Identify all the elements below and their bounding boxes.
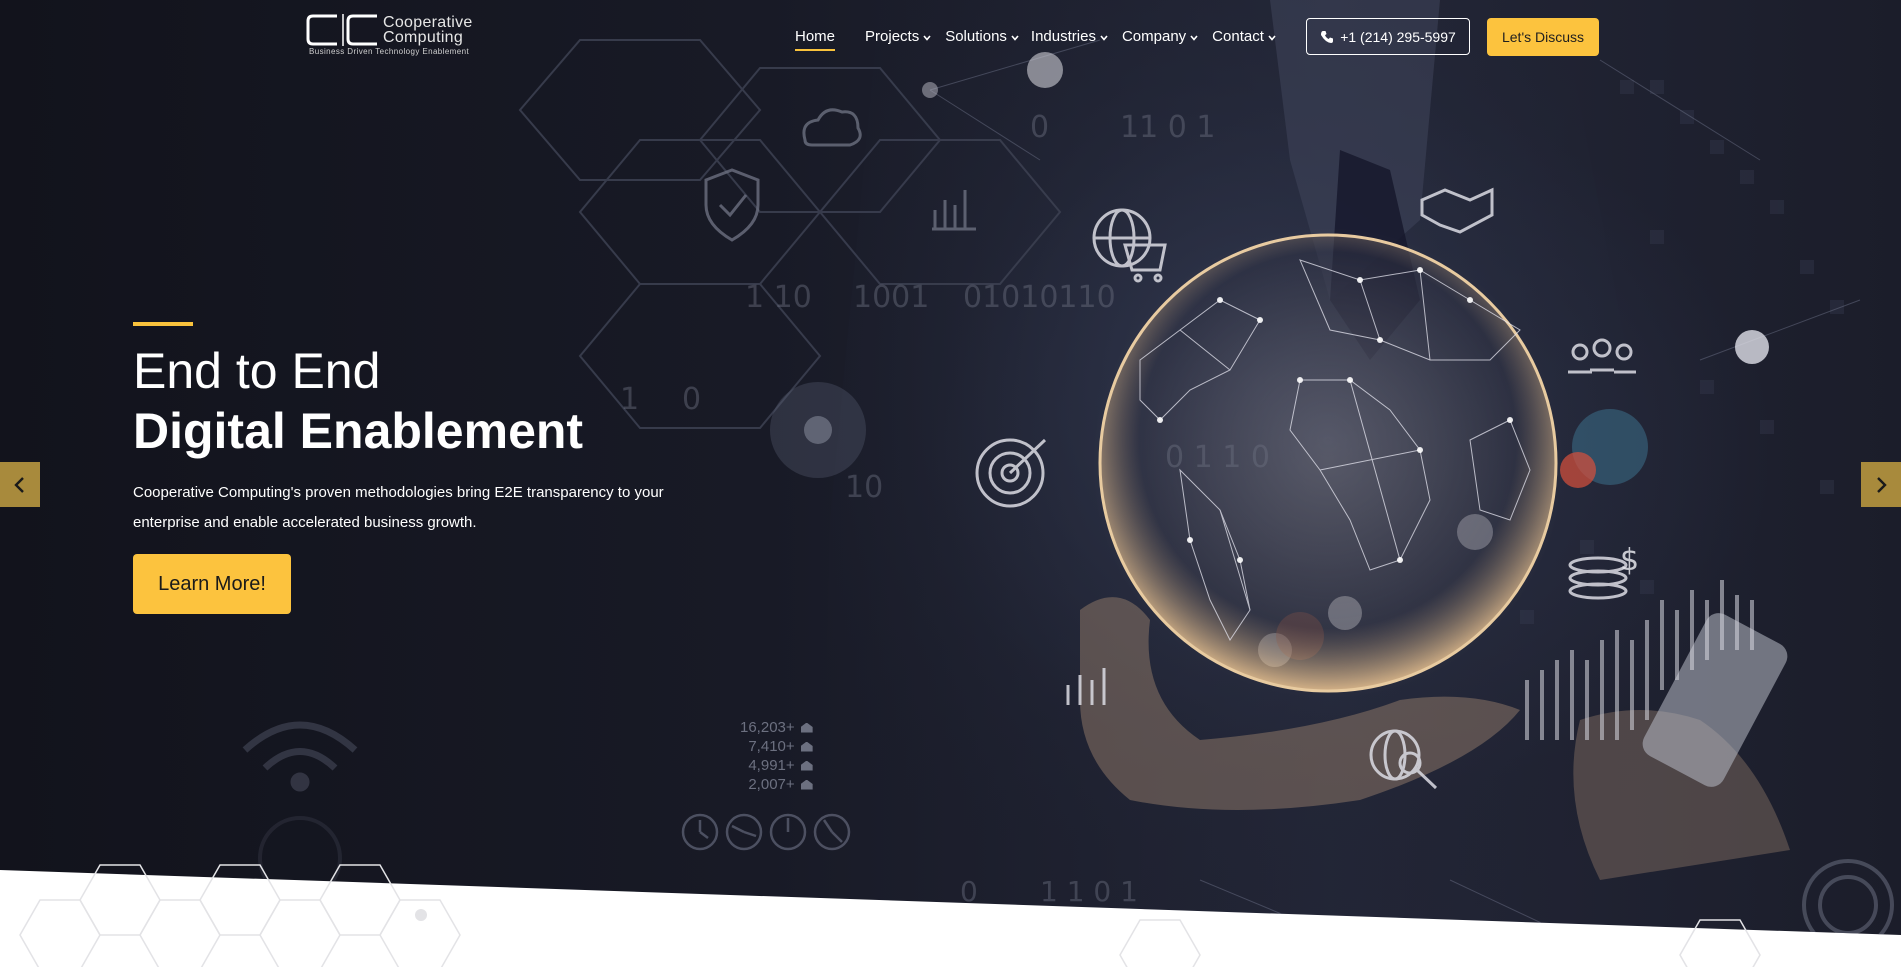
brand-logo[interactable]: Cooperative Computing Business Driven Te…: [305, 12, 485, 58]
nav-item-company[interactable]: Company: [1122, 24, 1198, 48]
background-binary: 1 10: [745, 280, 812, 315]
background-binary: 0: [1030, 110, 1050, 145]
main-nav: Home Projects Solutions Industries Compa…: [795, 24, 1294, 51]
cc-logo-icon: [306, 14, 377, 46]
background-binary: 11 0 1: [1120, 110, 1216, 145]
learn-more-button[interactable]: Learn More!: [133, 554, 291, 614]
hero-banner: $ 0 11 0 1 1 10 1001 01010110 1 0 10 0 1…: [0, 0, 1901, 935]
house-icon: [800, 760, 813, 771]
background-binary: 1: [620, 382, 640, 417]
background-stats: 16,203+ 7,410+ 4,991+ 2,007+: [740, 718, 813, 794]
svg-text:$: $: [1620, 543, 1639, 578]
slider-next-button[interactable]: [1861, 462, 1901, 507]
stat-row: 4,991+: [740, 756, 813, 775]
nav-item-home[interactable]: Home: [795, 24, 836, 51]
chevron-right-icon: [1877, 476, 1887, 493]
chevron-down-icon: [1190, 34, 1198, 41]
chevron-down-icon: [923, 34, 931, 41]
background-binary: 0: [682, 382, 702, 417]
brand-tagline: Business Driven Technology Enablement: [309, 47, 470, 56]
house-icon: [800, 779, 813, 790]
stat-row: 2,007+: [740, 775, 813, 794]
phone-icon: [1321, 30, 1334, 43]
lets-discuss-button[interactable]: Let's Discuss: [1487, 18, 1599, 56]
hex-pattern-decoration: [19, 864, 1761, 967]
phone-button[interactable]: +1 (214) 295-5997: [1306, 18, 1470, 55]
background-binary: 01010110: [963, 280, 1116, 315]
slider-prev-button[interactable]: [0, 462, 40, 507]
house-icon: [800, 741, 813, 752]
nav-item-industries[interactable]: Industries: [1031, 24, 1108, 48]
stat-row: 7,410+: [740, 737, 813, 756]
nav-item-solutions[interactable]: Solutions: [945, 24, 1019, 48]
hero-title-line2: Digital Enablement: [133, 403, 584, 459]
brand-name: Cooperative Computing: [383, 14, 473, 46]
hero-title-line1: End to End: [133, 343, 381, 399]
chevron-down-icon: [1011, 34, 1019, 41]
chevron-down-icon: [1268, 34, 1276, 41]
house-icon: [800, 722, 813, 733]
chevron-left-icon: [14, 476, 24, 493]
nav-item-contact[interactable]: Contact: [1212, 24, 1276, 48]
background-binary: 10: [845, 470, 884, 505]
background-binary: 0 1 1 0: [1165, 440, 1270, 475]
hero-subtitle: Cooperative Computing's proven methodolo…: [133, 484, 664, 531]
chevron-down-icon: [1100, 34, 1108, 41]
accent-line: [133, 322, 193, 326]
background-binary: 1001: [853, 280, 930, 315]
nav-item-projects[interactable]: Projects: [865, 24, 931, 48]
stat-row: 16,203+: [740, 718, 813, 737]
